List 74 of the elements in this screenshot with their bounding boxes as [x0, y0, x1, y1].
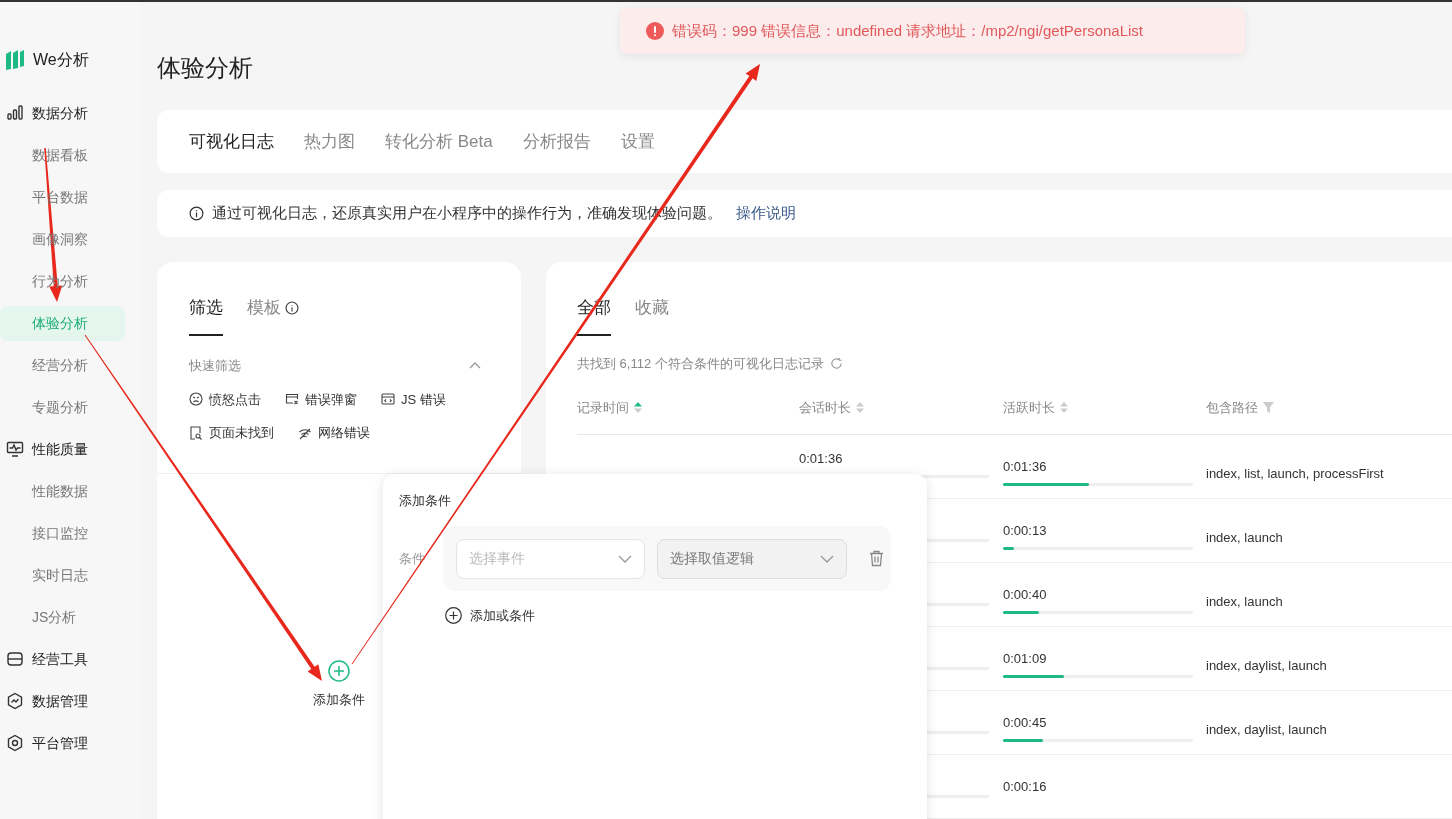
tab[interactable]: 热力图: [304, 128, 355, 155]
trash-icon[interactable]: [869, 550, 884, 567]
tab[interactable]: 分析报告: [522, 128, 591, 155]
page-search-icon: [189, 425, 203, 440]
sidebar-item[interactable]: JS分析: [0, 599, 125, 635]
table-cell: index, daylist, launch: [1206, 657, 1327, 673]
table-cell: index, daylist, launch: [1206, 721, 1327, 737]
sidebar-group[interactable]: 数据分析: [0, 92, 140, 134]
error-message: 错误码：999 错误信息：undefined 请求地址：/mp2/ngi/getPersonaList: [672, 20, 1144, 41]
monitor-icon: [6, 440, 24, 458]
sort-icon[interactable]: [855, 401, 865, 415]
column-header: 包含路径: [1206, 398, 1258, 417]
add-condition-button[interactable]: 添加条件: [313, 659, 365, 709]
sort-icon[interactable]: [633, 401, 643, 415]
table-cell: index, launch: [1206, 529, 1283, 545]
bar-chart-icon: [6, 104, 24, 122]
popover-title: 添加条件: [399, 492, 452, 509]
logo-icon: [5, 49, 25, 71]
filter-chip[interactable]: JS 错误: [381, 389, 446, 409]
tab[interactable]: 模板: [247, 292, 299, 336]
tab[interactable]: 可视化日志: [189, 128, 274, 155]
info-icon: [189, 206, 204, 221]
tab[interactable]: 筛选: [189, 292, 223, 336]
table-cell-text: 0:00:16: [1003, 777, 1048, 795]
sidebar-item[interactable]: 经营分析: [0, 347, 125, 383]
plus-circle-icon: [328, 659, 350, 682]
tray-icon: [6, 650, 24, 668]
filter-chip[interactable]: 网络错误: [298, 423, 370, 443]
filter-chip[interactable]: 错误弹窗: [285, 389, 357, 409]
field-label: 条件: [399, 549, 426, 568]
result-count: 共找到 6,112 个符合条件的可视化日志记录: [577, 355, 824, 373]
settings-icon: [6, 734, 24, 752]
sidebar-group[interactable]: 性能质量: [0, 428, 140, 470]
sidebar-item[interactable]: 专题分析: [0, 389, 125, 425]
section-title: 快速筛选: [189, 357, 241, 375]
filter-chip[interactable]: 愤怒点击: [189, 389, 261, 409]
chevron-up-icon[interactable]: [469, 362, 481, 370]
window-icon: [381, 392, 395, 407]
table-cell-text: 0:00:45: [1003, 713, 1048, 731]
column-header: 记录时间: [577, 398, 629, 417]
table-cell-text: 0:00:13: [1003, 521, 1048, 539]
table-cell-text: 0:01:36: [1003, 457, 1048, 475]
page-title: 体验分析: [157, 53, 254, 83]
tab[interactable]: 收藏: [635, 292, 669, 336]
add-or-condition-button[interactable]: 添加或条件: [445, 606, 535, 626]
table-cell: index, list, launch, processFirst: [1206, 465, 1384, 481]
chevron-down-icon: [820, 554, 834, 563]
table-cell: index, launch: [1206, 593, 1283, 609]
column-header: 活跃时长: [1003, 398, 1055, 417]
sort-icon[interactable]: [1059, 401, 1069, 415]
column-header: 会话时长: [799, 398, 851, 417]
table-cell-text: 0:01:09: [1003, 649, 1048, 667]
sidebar-group[interactable]: 数据管理: [0, 680, 140, 722]
filter-chip[interactable]: 页面未找到: [189, 423, 274, 443]
sidebar-group[interactable]: 经营工具: [0, 638, 140, 680]
sidebar-item[interactable]: 实时日志: [0, 557, 125, 593]
sidebar-item[interactable]: 性能数据: [0, 473, 125, 509]
plus-circle-icon: [445, 607, 462, 625]
table-cell-text: 0:01:36: [799, 449, 844, 467]
error-icon: [646, 22, 664, 40]
sidebar-group[interactable]: 平台管理: [0, 722, 140, 764]
filter-icon[interactable]: [1262, 401, 1275, 415]
chevron-down-icon: [618, 554, 632, 563]
sidebar-item[interactable]: 体验分析: [0, 305, 125, 341]
tab[interactable]: 设置: [620, 128, 655, 155]
window-error-icon: [285, 392, 299, 407]
sidebar-item[interactable]: 接口监控: [0, 515, 125, 551]
tab[interactable]: 转化分析 Beta: [385, 128, 493, 155]
refresh-icon[interactable]: [829, 357, 843, 371]
hexagon-chart-icon: [6, 692, 24, 710]
app-name: We分析: [33, 50, 89, 70]
table-cell-text: 0:00:40: [1003, 585, 1048, 603]
help-link[interactable]: 操作说明: [736, 202, 796, 225]
angry-face-icon: [189, 392, 203, 407]
